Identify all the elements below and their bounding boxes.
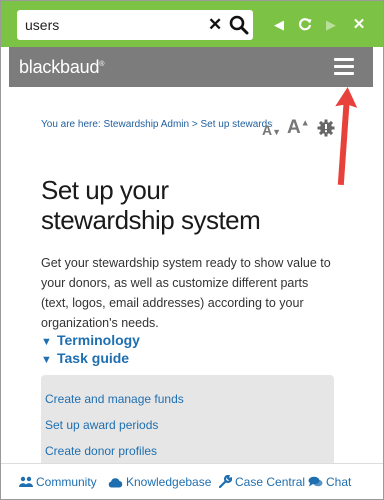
- chevron-down-icon: ▼: [41, 336, 52, 348]
- task-guide-panel: Create and manage funds Set up award per…: [41, 375, 334, 475]
- chat-link[interactable]: Chat: [308, 475, 351, 489]
- close-icon[interactable]: ✕: [346, 10, 372, 40]
- brand-bar: blackbaud®: [9, 47, 373, 87]
- task-link-donor-profiles[interactable]: Create donor profiles: [45, 444, 157, 458]
- case-central-link[interactable]: Case Central: [218, 474, 305, 489]
- knowledgebase-link[interactable]: Knowledgebase: [108, 475, 211, 489]
- terminology-toggle[interactable]: ▼ Terminology: [41, 332, 140, 348]
- search-input[interactable]: [25, 15, 205, 35]
- intro-paragraph: Get your stewardship system ready to sho…: [41, 256, 331, 330]
- footer-links: Community Knowledgebase Case Central Cha…: [1, 463, 383, 499]
- task-link-award-periods[interactable]: Set up award periods: [45, 418, 158, 432]
- task-link-manage-funds[interactable]: Create and manage funds: [45, 392, 184, 406]
- search-icon[interactable]: [229, 15, 249, 35]
- blackbaud-logo: blackbaud®: [19, 57, 105, 77]
- breadcrumb-prefix: You are here:: [41, 119, 101, 130]
- top-toolbar: ✕ ◀ ▶ ✕: [1, 1, 383, 47]
- breadcrumb-stewardship-admin[interactable]: Stewardship Admin: [103, 119, 189, 130]
- community-link[interactable]: Community: [19, 475, 97, 489]
- page-title: Set up your stewardship system: [41, 175, 261, 235]
- cloud-icon: [108, 478, 123, 488]
- previous-topic-icon[interactable]: ◀: [266, 10, 292, 40]
- page-tools: A▼ A▲: [262, 117, 342, 139]
- chevron-down-icon: ▼: [41, 354, 52, 366]
- wrench-icon: [218, 474, 233, 489]
- breadcrumb-separator: >: [191, 119, 198, 130]
- breadcrumb: You are here: Stewardship Admin > Set up…: [41, 119, 273, 130]
- increase-font-button[interactable]: A▲: [287, 117, 310, 139]
- next-topic-icon[interactable]: ▶: [318, 10, 344, 40]
- annotation-arrow: [335, 87, 357, 186]
- chat-icon: [308, 476, 323, 487]
- decrease-font-button[interactable]: A▼: [262, 122, 281, 138]
- community-icon: [19, 476, 33, 487]
- task-guide-toggle[interactable]: ▼ Task guide: [41, 350, 129, 366]
- topic-nav: ◀ ▶ ✕: [266, 10, 378, 40]
- help-panel: ✕ ◀ ▶ ✕ blackbaud® You are he: [0, 0, 384, 500]
- menu-icon[interactable]: [334, 58, 354, 76]
- search-box: ✕: [17, 10, 253, 40]
- refresh-icon[interactable]: [292, 10, 318, 40]
- clear-search-icon[interactable]: ✕: [208, 15, 222, 35]
- article: You are here: Stewardship Admin > Set up…: [9, 87, 373, 475]
